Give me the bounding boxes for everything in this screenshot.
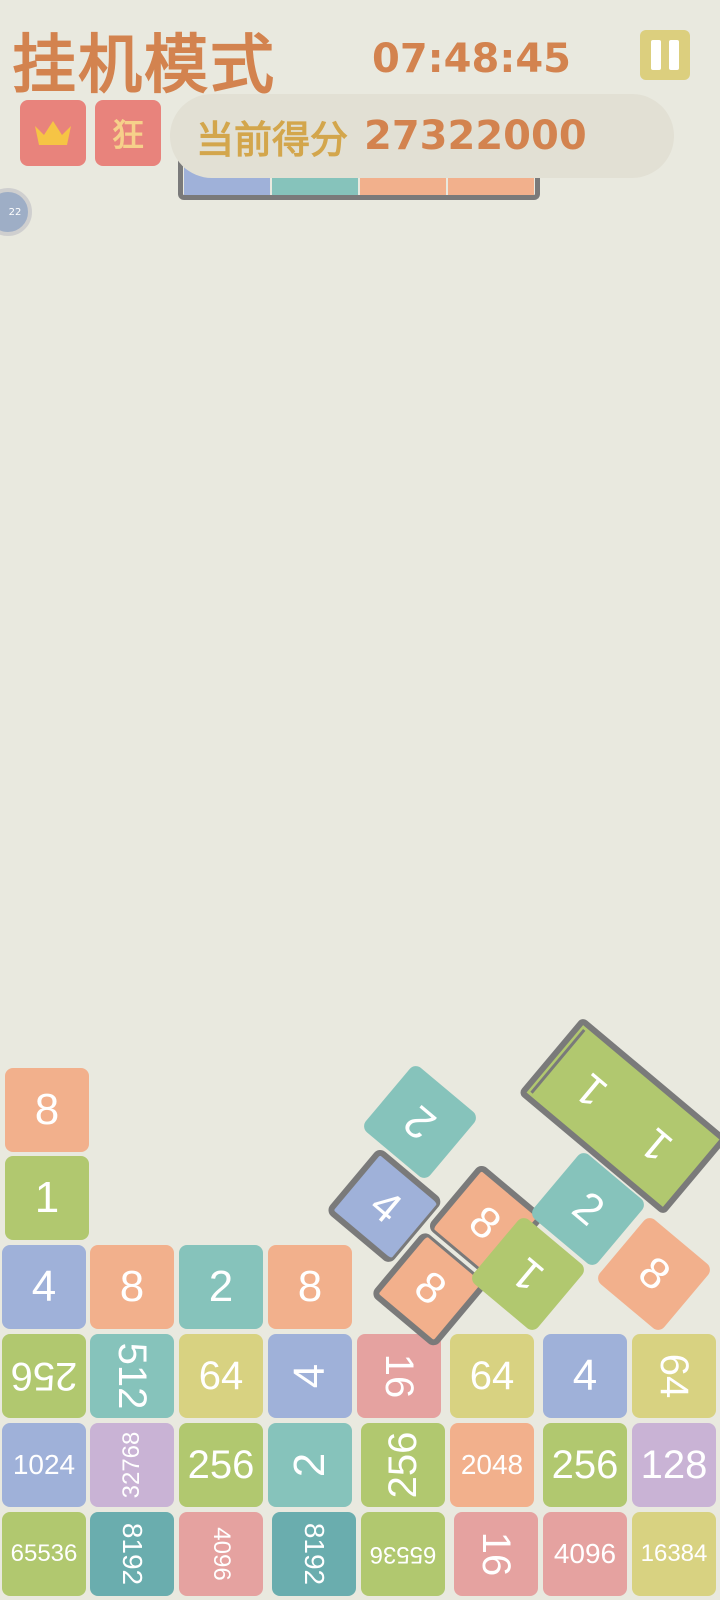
tile: 8192 [272,1512,356,1596]
tile: 8 [90,1245,174,1329]
tile: 4 [543,1334,627,1418]
tile: 32768 [90,1423,174,1507]
score-value: 27322000 [364,113,587,159]
tile: 4 [2,1245,86,1329]
tile: 2 [179,1245,263,1329]
page-title: 挂机模式 [12,29,276,103]
crown-button[interactable] [20,100,86,166]
tile: 65536 [361,1512,445,1596]
tile: 4 [268,1334,352,1418]
tile: 8 [5,1068,89,1152]
tile: 64 [179,1334,263,1418]
tile: 256 [543,1423,627,1507]
pause-icon-bar [669,40,679,70]
crown-icon [35,121,71,145]
tile: 1024 [2,1423,86,1507]
tile: 64 [450,1334,534,1418]
frenzy-button[interactable]: 狂 [95,100,161,166]
tile: 256 [179,1423,263,1507]
tile: 65536 [2,1512,86,1596]
timer: 07:48:45 [372,36,571,82]
tile: 2048 [450,1423,534,1507]
tile: 8192 [90,1512,174,1596]
tile: 256 [2,1334,86,1418]
tile: 64 [632,1334,716,1418]
tile: 16 [454,1512,538,1596]
pause-button[interactable] [640,30,690,80]
tile: 4096 [543,1512,627,1596]
tile: 256 [361,1423,445,1507]
tile: 16384 [632,1512,716,1596]
score-label: 当前得分 [196,117,349,162]
side-bubble-label: 22 [8,206,22,218]
tile: 4096 [179,1512,263,1596]
tile: 128 [632,1423,716,1507]
tile: 2 [268,1423,352,1507]
tile: 512 [90,1334,174,1418]
score-panel: 当前得分 27322000 [170,94,674,178]
tile-label: 1 [502,1247,553,1302]
tile: 1 [5,1156,89,1240]
side-bubble[interactable]: 22 [0,188,32,236]
pause-icon [651,40,661,70]
